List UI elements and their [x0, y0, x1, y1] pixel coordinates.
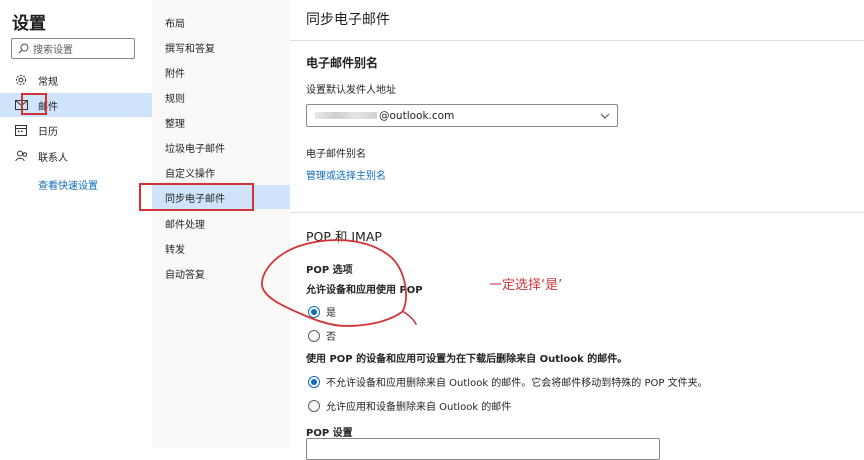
submenu-attachments[interactable]: 附件	[152, 60, 290, 84]
settings-title: 设置	[12, 14, 46, 34]
nav-item-general[interactable]: 常规	[0, 68, 152, 92]
manage-alias-link[interactable]: 管理或选择主别名	[306, 167, 386, 182]
pop-yes-radio[interactable]: 是	[308, 304, 336, 319]
search-placeholder: 搜索设置	[33, 45, 73, 56]
submenu-junk-email[interactable]: 垃圾电子邮件	[152, 135, 290, 159]
nav-item-calendar[interactable]: 日历	[0, 118, 152, 142]
submenu-layout[interactable]: 布局	[152, 10, 290, 34]
nav-label-people: 联系人	[38, 152, 68, 164]
search-input[interactable]: 搜索设置	[11, 38, 135, 59]
sync-highlight-box	[139, 183, 254, 211]
alias-section-title: 电子邮件别名	[306, 56, 379, 70]
nav-item-people[interactable]: 联系人	[0, 144, 152, 168]
heading-divider	[290, 40, 864, 41]
no-delete-radio[interactable]: 不允许设备和应用删除来自 Outlook 的邮件。它会将邮件移动到特殊的 POP…	[308, 374, 708, 389]
submenu-automatic-replies[interactable]: 自动答复	[152, 261, 290, 285]
quick-settings-link[interactable]: 查看快速设置	[38, 177, 98, 192]
pop-yes-label: 是	[326, 308, 336, 319]
submenu-compose-reply[interactable]: 撰写和答复	[152, 35, 290, 59]
allow-delete-label: 允许应用和设备删除来自 Outlook 的邮件	[326, 402, 512, 413]
nav-label-calendar: 日历	[38, 126, 58, 138]
delete-question: 使用 POP 的设备和应用可设置为在下载后删除来自 Outlook 的邮件。	[306, 354, 628, 365]
section-divider	[290, 212, 864, 213]
no-delete-label: 不允许设备和应用删除来自 Outlook 的邮件。它会将邮件移动到特殊的 POP…	[326, 378, 708, 389]
radio-selected-indicator	[308, 305, 320, 318]
redacted-username	[315, 112, 377, 119]
pop-imap-section-title: POP 和 IMAP	[306, 229, 382, 244]
radio-empty-indicator	[308, 329, 320, 342]
pop-no-radio[interactable]: 否	[308, 328, 336, 343]
gear-icon	[14, 73, 28, 87]
pop-options-label: POP 选项	[306, 265, 353, 276]
settings-sidebar: 设置 搜索设置 常规 邮件 日历 联系人 查看快速设置	[0, 0, 152, 448]
submenu-forwarding[interactable]: 转发	[152, 236, 290, 260]
sync-email-panel: 同步电子邮件 电子邮件别名 设置默认发件人地址 @outlook.com 电子邮…	[290, 0, 864, 460]
radio-empty-indicator	[308, 399, 320, 412]
from-address-dropdown[interactable]: @outlook.com	[306, 104, 618, 127]
allow-pop-label: 允许设备和应用使用 POP	[306, 285, 423, 296]
alias-label: 电子邮件别名	[306, 149, 366, 160]
submenu-rules[interactable]: 规则	[152, 85, 290, 109]
radio-selected-indicator	[308, 375, 320, 388]
pop-no-label: 否	[326, 332, 336, 343]
default-from-label: 设置默认发件人地址	[306, 85, 396, 96]
annotation-text: 一定选择‘是’	[489, 278, 563, 293]
search-icon	[18, 43, 29, 54]
pop-settings-box	[306, 438, 660, 460]
pop-settings-label: POP 设置	[306, 428, 353, 439]
people-icon	[14, 149, 28, 163]
nav-label-general: 常规	[38, 76, 58, 88]
submenu-message-handling[interactable]: 邮件处理	[152, 211, 290, 235]
mail-highlight-box	[21, 93, 47, 115]
chevron-down-icon	[600, 113, 610, 119]
panel-heading: 同步电子邮件	[306, 12, 390, 28]
submenu-custom-actions[interactable]: 自定义操作	[152, 160, 290, 184]
from-address-value: @outlook.com	[379, 109, 455, 122]
calendar-icon	[14, 123, 28, 137]
allow-delete-radio[interactable]: 允许应用和设备删除来自 Outlook 的邮件	[308, 398, 511, 413]
submenu-sweep[interactable]: 整理	[152, 110, 290, 134]
